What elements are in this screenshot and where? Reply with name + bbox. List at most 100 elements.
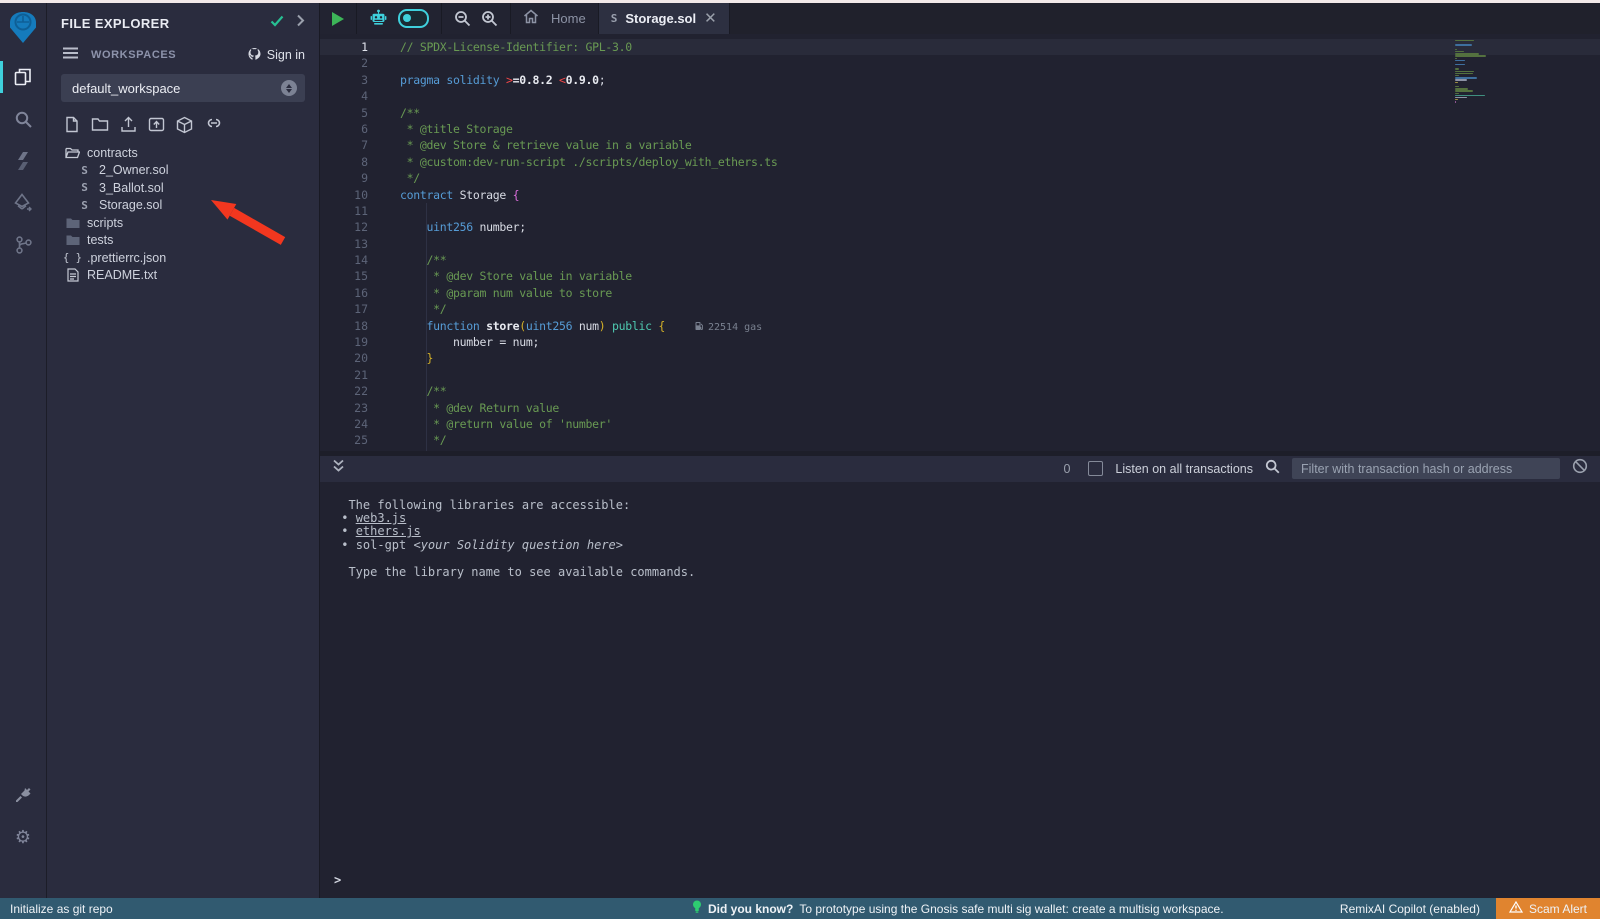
transaction-count-badge: 0	[1063, 462, 1070, 476]
run-script-play-button[interactable]	[332, 12, 344, 26]
code-line[interactable]: /**	[380, 383, 1600, 399]
minimap[interactable]	[1455, 40, 1545, 103]
terminal-link[interactable]: ethers.js	[356, 524, 421, 538]
code-line[interactable]: pragma solidity >=0.8.2 <0.9.0;	[380, 72, 1600, 88]
code-line[interactable]	[380, 88, 1600, 104]
file-explorer-icon[interactable]	[0, 56, 46, 98]
code-line[interactable]: * @dev Store value in variable	[380, 268, 1600, 284]
tree-item-tests[interactable]: tests	[47, 232, 319, 250]
plugin-manager-icon[interactable]	[0, 774, 46, 816]
ai-segment	[357, 3, 442, 34]
deploy-run-icon[interactable]	[0, 182, 46, 224]
terminal-prompt[interactable]: >	[334, 873, 341, 887]
home-tab-label: Home	[551, 11, 586, 26]
tree-item-label: Storage.sol	[99, 198, 162, 212]
tree-item-2-owner-sol[interactable]: S2_Owner.sol	[47, 162, 319, 180]
solidity-compiler-icon[interactable]	[0, 140, 46, 182]
code-line[interactable]: contract Storage {	[380, 187, 1600, 203]
tree-item-readme-txt[interactable]: README.txt	[47, 267, 319, 285]
home-tab[interactable]: Home	[511, 3, 599, 34]
code-line[interactable]	[380, 55, 1600, 71]
file-tree: contractsS2_Owner.solS3_Ballot.solSStora…	[47, 138, 319, 284]
tree-item-label: 2_Owner.sol	[99, 163, 168, 177]
code-line[interactable]: number = num;	[380, 334, 1600, 350]
folder-open-icon	[65, 146, 80, 159]
terminal-line: The following libraries are accessible:	[334, 499, 1600, 512]
code-line[interactable]: */	[380, 301, 1600, 317]
git-icon[interactable]	[0, 224, 46, 266]
code-line[interactable]: uint256 number;	[380, 219, 1600, 235]
ai-copilot-robot-icon[interactable]	[369, 9, 388, 28]
new-folder-icon[interactable]	[91, 116, 109, 134]
terminal-line: • ethers.js	[334, 525, 1600, 538]
upload-file-icon[interactable]	[120, 116, 137, 134]
folder-icon	[65, 217, 80, 229]
link-icon[interactable]	[204, 116, 224, 134]
code-line[interactable]: /**	[380, 105, 1600, 121]
workspace-select[interactable]: default_workspace	[61, 74, 305, 102]
code-line[interactable]: function retrieve() public view returns …	[380, 449, 1600, 451]
listen-all-checkbox[interactable]	[1088, 461, 1103, 476]
tab-storage-sol[interactable]: S Storage.sol ✕	[599, 3, 730, 34]
code-editor[interactable]: 1234567891011121314151617181920212223242…	[320, 34, 1600, 451]
minimap-line	[1455, 40, 1474, 41]
line-number: 2	[320, 55, 374, 71]
zoom-out-icon[interactable]	[454, 10, 471, 27]
code-line[interactable]: // SPDX-License-Identifier: GPL-3.0	[380, 39, 1600, 55]
remix-logo-icon[interactable]	[0, 8, 46, 48]
ipfs-cube-icon[interactable]	[176, 116, 193, 134]
code-line[interactable]: * @dev Store & retrieve value in a varia…	[380, 137, 1600, 153]
panel-collapse-chevron-icon[interactable]	[296, 14, 305, 32]
terminal-search-icon[interactable]	[1265, 459, 1280, 479]
panel-title: FILE EXPLORER	[61, 16, 270, 31]
code-line[interactable]	[380, 203, 1600, 219]
hamburger-menu-icon[interactable]	[63, 46, 78, 64]
minimap-line	[1455, 58, 1457, 59]
file-actions-toolbar	[47, 102, 319, 138]
code-line[interactable]: */	[380, 432, 1600, 448]
minimap-line	[1455, 49, 1457, 50]
upload-folder-icon[interactable]	[148, 116, 165, 134]
minimap-line	[1455, 44, 1472, 45]
clear-console-icon[interactable]	[1572, 458, 1588, 479]
copilot-status[interactable]: RemixAI Copilot (enabled)	[1340, 902, 1480, 916]
did-you-know-tip: Did you know? To prototype using the Gno…	[692, 898, 1224, 919]
tree-item-3-ballot-sol[interactable]: S3_Ballot.sol	[47, 179, 319, 197]
copilot-toggle[interactable]	[398, 9, 429, 28]
code-line[interactable]	[380, 367, 1600, 383]
status-bar: Initialize as git repo Did you know? To …	[0, 898, 1600, 919]
tree-item--prettierrc-json[interactable]: { }.prettierrc.json	[47, 249, 319, 267]
code-line[interactable]: */	[380, 170, 1600, 186]
transaction-filter-input[interactable]	[1292, 458, 1560, 479]
zoom-in-icon[interactable]	[481, 10, 498, 27]
code-line[interactable]: function store(uint256 num) public {2251…	[380, 318, 1600, 334]
line-number: 16	[320, 285, 374, 301]
new-file-icon[interactable]	[64, 116, 80, 134]
tree-item-scripts[interactable]: scripts	[47, 214, 319, 232]
terminal-collapse-icon[interactable]	[332, 459, 345, 478]
scam-alert-button[interactable]: Scam Alert	[1496, 898, 1600, 919]
terminal[interactable]: The following libraries are accessible: …	[320, 482, 1600, 899]
code-line[interactable]: * @return value of 'number'	[380, 416, 1600, 432]
sign-in-button[interactable]: Sign in	[247, 47, 305, 64]
minimap-line	[1455, 77, 1477, 78]
settings-gear-icon[interactable]: ⚙	[0, 816, 46, 858]
code-line[interactable]: }	[380, 350, 1600, 366]
code-line[interactable]: /**	[380, 252, 1600, 268]
tree-item-storage-sol[interactable]: SStorage.sol	[47, 197, 319, 215]
line-number: 1	[320, 39, 374, 55]
minimap-line	[1455, 90, 1473, 91]
line-number: 8	[320, 154, 374, 170]
tab-close-icon[interactable]: ✕	[704, 11, 717, 26]
file-icon	[65, 268, 80, 282]
terminal-link[interactable]: web3.js	[356, 511, 407, 525]
code-line[interactable]: * @title Storage	[380, 121, 1600, 137]
git-init-button[interactable]: Initialize as git repo	[0, 902, 113, 916]
code-line[interactable]	[380, 236, 1600, 252]
tree-item-contracts[interactable]: contracts	[47, 144, 319, 162]
search-icon[interactable]	[0, 98, 46, 140]
minimap-line	[1455, 95, 1485, 96]
code-line[interactable]: * @dev Return value	[380, 400, 1600, 416]
code-line[interactable]: * @param num value to store	[380, 285, 1600, 301]
code-line[interactable]: * @custom:dev-run-script ./scripts/deplo…	[380, 154, 1600, 170]
